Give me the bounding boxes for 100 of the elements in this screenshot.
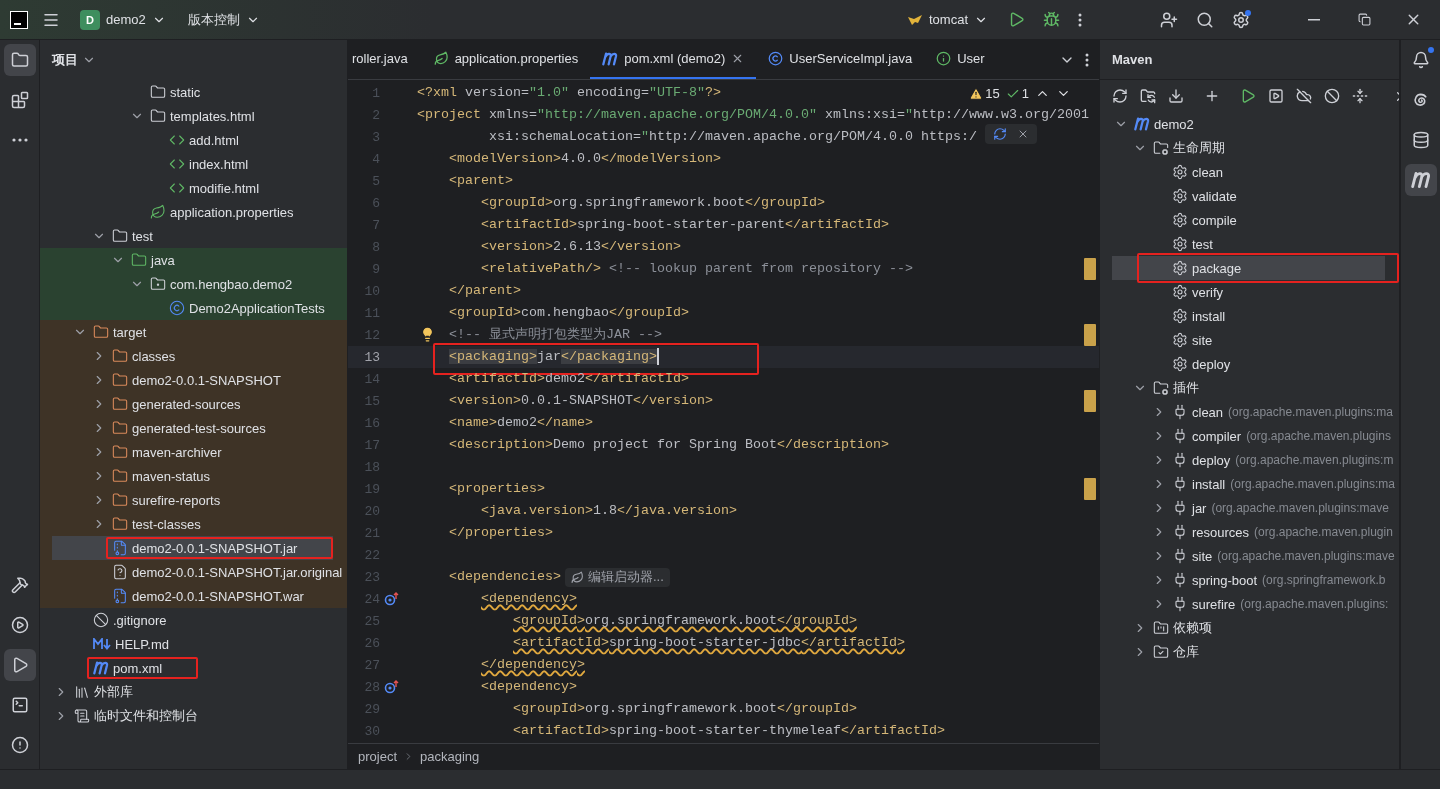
tree-item[interactable]: demo2-0.0.1-SNAPSHOT.jar.original [40,560,347,584]
tool-window-button[interactable] [3,44,36,76]
folder-icon [93,324,109,340]
implementation-gutter-icon[interactable] [384,680,400,694]
tree-item[interactable]: generated-sources [40,392,347,416]
project-widget[interactable]: D demo2 [74,5,172,34]
tree-item[interactable]: test [1100,232,1399,256]
tree-item[interactable]: resources (org.apache.maven.plugin [1100,520,1399,544]
tree-item[interactable]: demo2-0.0.1-SNAPSHOT.war [40,584,347,608]
structure-icon [10,91,29,109]
tree-item[interactable]: templates.html [40,104,347,128]
warnings-count[interactable]: 15 [969,86,1000,101]
tree-item-label: resources [1192,524,1250,540]
editor-tab[interactable]: User [924,40,997,79]
tool-window-button[interactable] [3,649,36,681]
implementation-gutter-icon[interactable] [384,592,400,606]
breadcrumb[interactable]: packaging [420,749,480,764]
reload-icon[interactable] [993,127,1007,141]
tree-item[interactable]: deploy (org.apache.maven.plugins:m [1100,448,1399,472]
code-line: <project xmlns="http://maven.apache.org/POM/4.0.0" xmlns:xsi="http://www.w3.org/2001 [417,106,1089,124]
tree-item[interactable]: spring-boot (org.springframework.b [1100,568,1399,592]
code-line: </dependency> [481,656,585,674]
tree-item[interactable]: .gitignore [40,608,347,632]
tree-item[interactable]: install [1100,304,1399,328]
tree-item[interactable]: validate [1100,184,1399,208]
app-logo[interactable] [10,10,28,29]
tree-item[interactable]: static [40,80,347,104]
weak-warnings-value: 1 [1021,86,1029,101]
folder-bars-icon [1153,620,1169,636]
tree-item-label: compiler [1192,428,1242,444]
tree-item[interactable]: maven-status [40,464,347,488]
tree-item[interactable]: classes [40,344,347,368]
tree-item[interactable]: surefire-reports [40,488,347,512]
tree-item[interactable]: 外部库 [40,680,347,704]
tree-item-label: deploy [1192,452,1231,468]
tree-item[interactable]: modifie.html [40,176,347,200]
tree-item[interactable]: demo2-0.0.1-SNAPSHOT.jar [40,536,347,560]
tree-item[interactable]: compiler (org.apache.maven.plugins [1100,424,1399,448]
panel-title[interactable]: 项目 [52,51,78,69]
tree-item[interactable]: java [40,248,347,272]
code-line: <version>2.6.13</version> [481,238,681,256]
hammer-icon [10,576,29,594]
tree-item[interactable]: 仓库 [1100,640,1399,664]
code-line: <name>demo2</name> [449,414,593,432]
tree-item[interactable]: jar (org.apache.maven.plugins:mave [1100,496,1399,520]
info-icon [936,51,952,66]
folder-icon [112,372,128,388]
gear-icon [1172,260,1188,276]
editor-tab[interactable]: pom.xml (demo2) [590,40,757,79]
folder-icon [150,84,166,100]
editor-tab[interactable]: application.properties [421,40,591,79]
maven-icon [1410,170,1431,190]
gear-icon [1172,356,1188,372]
tree-item[interactable]: demo2 [1100,112,1399,136]
close-icon[interactable] [1017,128,1029,140]
vcs-widget[interactable]: 版本控制 [181,6,266,33]
tree-item[interactable]: maven-archiver [40,440,347,464]
tree-item[interactable]: target [40,320,347,344]
tree-item[interactable]: clean [1100,160,1399,184]
folder-gear-icon [1153,380,1169,396]
tree-item[interactable]: pom.xml [40,656,347,680]
plug-icon [1172,452,1188,468]
tree-item[interactable]: Demo2ApplicationTests [40,296,347,320]
tool-window-button[interactable] [1404,164,1437,196]
tree-item[interactable]: test [40,224,347,248]
tree-item[interactable]: com.hengbao.demo2 [40,272,347,296]
tree-item[interactable]: 依赖项 [1100,616,1399,640]
folder-icon [112,228,128,244]
tree-item[interactable]: install (org.apache.maven.plugins:ma [1100,472,1399,496]
tree-item[interactable]: site (org.apache.maven.plugins:mave [1100,544,1399,568]
tree-item[interactable]: application.properties [40,200,347,224]
tree-item[interactable]: test-classes [40,512,347,536]
unknown-file-icon [112,564,128,580]
tree-item[interactable]: 临时文件和控制台 [40,704,347,728]
notification-dot [1245,9,1251,16]
plugin-coordinates: (org.apache.maven.plugins: [1240,597,1389,611]
plugin-coordinates: (org.apache.maven.plugins [1246,429,1391,443]
tree-item[interactable]: compile [1100,208,1399,232]
tree-item[interactable]: surefire (org.apache.maven.plugins: [1100,592,1399,616]
tree-item[interactable]: site [1100,328,1399,352]
lightbulb-icon[interactable] [420,327,435,342]
tree-item[interactable]: HELP.md [40,632,347,656]
weak-warnings-count[interactable]: 1 [1005,86,1029,101]
tree-item[interactable]: generated-test-sources [40,416,347,440]
tree-item[interactable]: verify [1100,280,1399,304]
tree-item[interactable]: clean (org.apache.maven.plugins:ma [1100,400,1399,424]
editor-tab[interactable]: roller.java [348,40,422,79]
tree-item[interactable]: demo2-0.0.1-SNAPSHOT [40,368,347,392]
tree-item[interactable]: add.html [40,128,347,152]
tree-item[interactable]: index.html [40,152,347,176]
run-config-widget[interactable]: tomcat [901,8,994,31]
inlay-hint[interactable]: 编辑启动器... [565,567,670,587]
folder-icon [131,252,147,268]
tree-item[interactable]: deploy [1100,352,1399,376]
breadcrumb[interactable]: project [358,749,398,764]
editor-tab[interactable]: UserServiceImpl.java [756,40,925,79]
tree-item[interactable]: 插件 [1100,376,1399,400]
collapse-icon [1352,88,1368,104]
folder-icon [112,348,128,364]
tree-item[interactable]: 生命周期 [1100,136,1399,160]
